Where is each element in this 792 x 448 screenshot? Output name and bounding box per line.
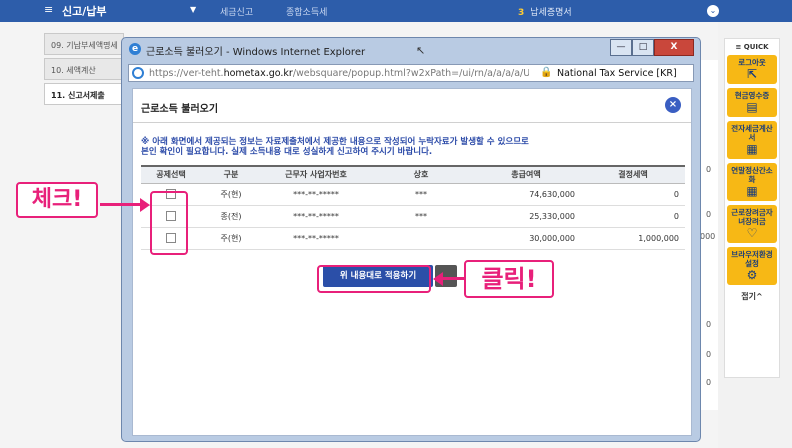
divider [133, 122, 691, 123]
bg-value: 0 [706, 210, 712, 219]
caret-down-icon[interactable]: ▼ [190, 5, 196, 14]
quick-cash-receipt-button[interactable]: 현금영수증 ▤ [727, 88, 777, 117]
mouse-cursor-icon: ↖ [416, 44, 426, 57]
lock-icon: 🔒 [540, 67, 553, 78]
url-domain: hometax.go.kr [223, 68, 293, 79]
bg-value: 000 [700, 232, 716, 241]
site-identity: National Tax Service [KR] [557, 68, 677, 79]
bg-value: 0 [706, 320, 712, 329]
quick-incentive-button[interactable]: 근로장려금자녀장려금 ♡ [727, 205, 777, 243]
nav-item-income-tax[interactable]: 종합소득세 [286, 5, 327, 18]
bizno-cell: ***-**-***** [261, 227, 371, 250]
table-header-row: 공제선택 구분 근무자 사업자번호 상호 총급여액 결정세액 [141, 165, 685, 184]
column-header: 근무자 사업자번호 [261, 165, 371, 184]
table-row: 주(현) ***-**-***** 30,000,000 1,000,000 [141, 227, 685, 250]
bizno-cell: ***-**-***** [261, 205, 371, 228]
column-header: 구분 [201, 165, 261, 184]
top-navigation: ≡ 신고/납부 ▼ 세금신고 종합소득세 3 납세증명서 ⌄ [0, 0, 792, 22]
salary-cell: 25,330,000 [471, 205, 581, 228]
document-icon: ▦ [746, 184, 758, 198]
window-title: 근로소득 불러오기 - Windows Internet Explorer [146, 47, 366, 58]
column-header: 총급여액 [471, 165, 581, 184]
quick-label: 연말정산간소화 [731, 166, 773, 184]
gear-icon: ⚙ [746, 268, 758, 282]
nav-item-label: 납세증명서 [530, 8, 572, 18]
nav-item-tax-certificate[interactable]: 3 납세증명서 [518, 5, 572, 18]
nav-title[interactable]: 신고/납부 [62, 3, 107, 19]
quick-menu-title: ≡ QUICK [735, 43, 769, 51]
check-callout: 체크! [16, 182, 98, 218]
quick-label: 현금영수증 [734, 91, 770, 100]
quick-browser-settings-button[interactable]: 브라우저환경설정 ⚙ [727, 247, 777, 285]
heart-icon: ♡ [746, 226, 758, 240]
quick-collapse-button[interactable]: 접기^ [725, 291, 779, 302]
chevron-down-icon[interactable]: ⌄ [707, 5, 719, 17]
income-table: 공제선택 구분 근무자 사업자번호 상호 총급여액 결정세액 주(현) ***-… [141, 165, 685, 250]
table-row: 종(전) ***-**-***** *** 25,330,000 0 [141, 205, 685, 228]
url-prefix: https://ver-teht. [149, 68, 224, 79]
step-tax-calculation[interactable]: 10. 세액계산 [44, 58, 124, 80]
type-cell: 주(현) [201, 183, 261, 206]
quick-label: 로그아웃 [738, 58, 766, 67]
column-header: 상호 [371, 165, 471, 184]
quick-logout-button[interactable]: 로그아웃 ⇱ [727, 55, 777, 84]
quick-menu: ≡ QUICK 로그아웃 ⇱ 현금영수증 ▤ 전자세금계산서 ▦ 연말정산간소화… [724, 38, 780, 378]
close-window-button[interactable]: X [654, 39, 694, 56]
bg-value: 0 [706, 350, 712, 359]
quick-e-invoice-button[interactable]: 전자세금계산서 ▦ [727, 121, 777, 159]
minimize-button[interactable]: — [610, 39, 632, 56]
arrowhead-icon [140, 198, 150, 212]
click-callout: 클릭! [464, 260, 554, 298]
table-row: 주(현) ***-**-***** *** 74,630,000 0 [141, 183, 685, 206]
quick-label: 브라우저환경설정 [731, 250, 773, 268]
column-header: 결정세액 [581, 165, 685, 184]
arrow [100, 203, 142, 206]
company-cell: *** [371, 183, 471, 206]
step-list: 09. 기납부세액명세 10. 세액계산 11. 신고서제출 [44, 33, 124, 108]
notice-line: ※ 아래 화면에서 제공되는 정보는 자료제출처에서 제공한 내용으로 작성되어… [141, 137, 529, 147]
dialog-title: 근로소득 불러오기 [141, 104, 219, 115]
ie-page-icon [132, 67, 144, 79]
arrow [442, 277, 464, 280]
nav-item-number: 3 [518, 8, 525, 18]
tax-cell: 1,000,000 [581, 227, 685, 250]
salary-cell: 30,000,000 [471, 227, 581, 250]
logout-icon: ⇱ [746, 67, 758, 81]
type-cell: 종(전) [201, 205, 261, 228]
url-path: /websquare/popup.html?w2xPath=/ui/rn/a/a… [292, 68, 529, 79]
step-prepaid-tax[interactable]: 09. 기납부세액명세 [44, 33, 124, 55]
window-controls: — □ X [610, 39, 694, 56]
quick-label: 근로장려금자녀장려금 [731, 208, 773, 226]
checkbox-highlight [150, 191, 188, 255]
income-import-dialog: 근로소득 불러오기 × ※ 아래 화면에서 제공되는 정보는 자료제출처에서 제… [132, 88, 692, 436]
maximize-button[interactable]: □ [632, 39, 654, 56]
close-icon[interactable]: × [665, 97, 681, 113]
window-titlebar[interactable]: e 근로소득 불러오기 - Windows Internet Explorer … [122, 38, 700, 60]
company-cell [371, 227, 471, 250]
address-bar[interactable]: https://ver-teht.hometax.go.kr/websquare… [128, 64, 694, 82]
notice-text: ※ 아래 화면에서 제공되는 정보는 자료제출처에서 제공한 내용으로 작성되어… [141, 137, 529, 157]
invoice-icon: ▦ [746, 142, 758, 156]
tax-cell: 0 [581, 205, 685, 228]
tax-cell: 0 [581, 183, 685, 206]
ie-logo-icon: e [129, 43, 141, 55]
ie-popup-window: e 근로소득 불러오기 - Windows Internet Explorer … [121, 37, 701, 442]
column-header: 공제선택 [141, 165, 201, 184]
url-text: https://ver-teht.hometax.go.kr/websquare… [149, 68, 529, 79]
salary-cell: 74,630,000 [471, 183, 581, 206]
bg-value: 0 [706, 378, 712, 387]
receipt-icon: ▤ [746, 100, 758, 114]
quick-label: 전자세금계산서 [731, 124, 773, 142]
bizno-cell: ***-**-***** [261, 183, 371, 206]
company-cell: *** [371, 205, 471, 228]
type-cell: 주(현) [201, 227, 261, 250]
notice-line: 본인 확인이 필요합니다. 실제 소득내용 대로 성실하게 신고하여 주시기 바… [141, 147, 433, 157]
quick-year-end-button[interactable]: 연말정산간소화 ▦ [727, 163, 777, 201]
apply-button-highlight [317, 265, 431, 293]
bg-value: 0 [706, 165, 712, 174]
step-submit-return[interactable]: 11. 신고서제출 [44, 83, 124, 105]
nav-item-tax-report[interactable]: 세금신고 [220, 5, 253, 18]
menu-icon[interactable]: ≡ [44, 3, 53, 16]
